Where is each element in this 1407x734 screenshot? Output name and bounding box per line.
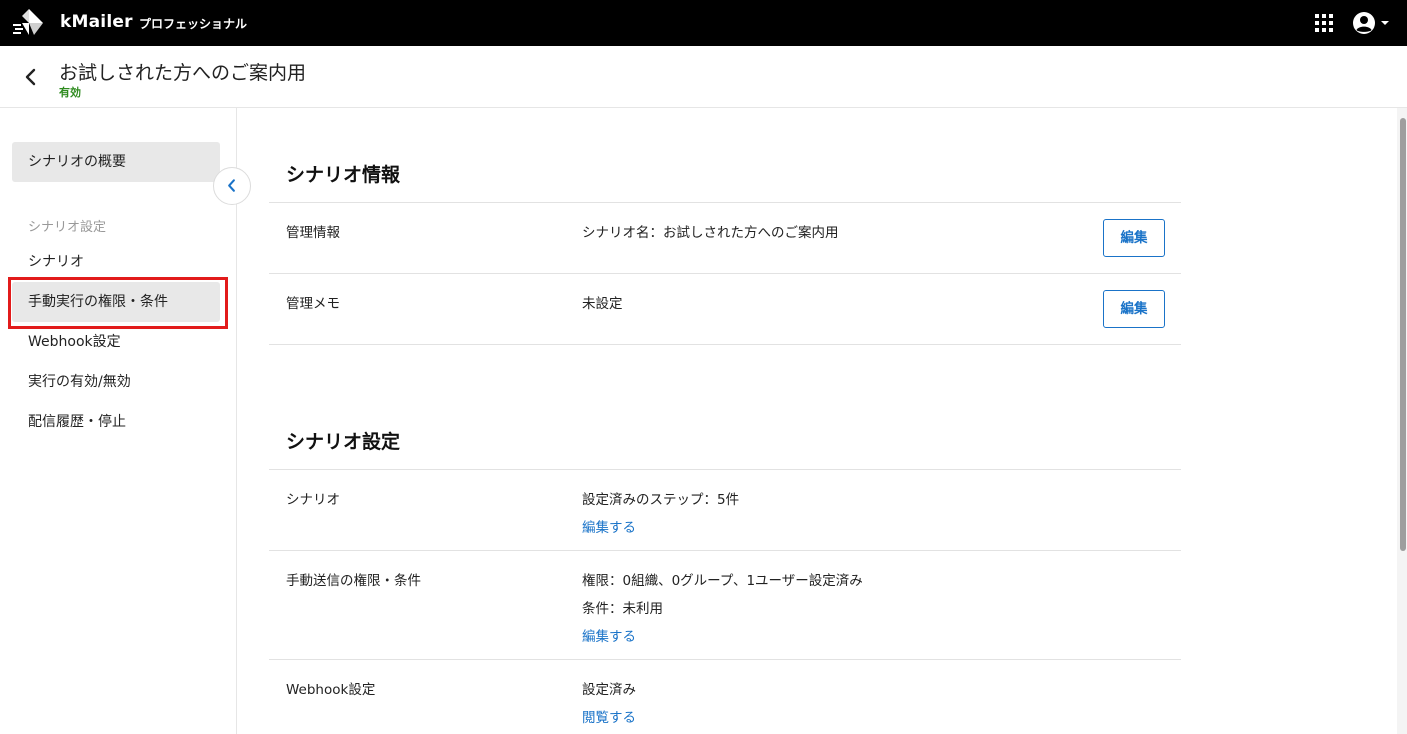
divider xyxy=(269,659,1181,660)
chevron-left-icon xyxy=(228,179,235,192)
highlight-box xyxy=(8,277,228,329)
page-title: お試しされた方へのご案内用 xyxy=(59,62,307,84)
page-header: お試しされた方へのご案内用 有効 xyxy=(0,46,1407,108)
row-label-scenario: シナリオ xyxy=(286,492,340,508)
divider xyxy=(269,202,1181,203)
sidebar-collapse-button[interactable] xyxy=(213,167,251,205)
sidebar-group-label: シナリオ設定 xyxy=(28,220,107,235)
divider xyxy=(269,344,1181,345)
row-label-manual-permissions: 手動送信の権限・条件 xyxy=(286,573,421,589)
plan-label: プロフェッショナル xyxy=(139,17,248,31)
row-label-management-memo: 管理メモ xyxy=(286,296,340,312)
apps-grid-icon[interactable] xyxy=(1315,14,1333,32)
caret-down-icon xyxy=(1381,21,1389,25)
row-value-management-info: シナリオ名：お試しされた方へのご案内用 xyxy=(582,225,839,241)
row-label-management-info: 管理情報 xyxy=(286,225,340,241)
row-value-permissions: 権限：0組織、0グループ、1ユーザー設定済み xyxy=(582,573,863,589)
edit-management-info-button[interactable]: 編集 xyxy=(1103,219,1165,257)
sidebar-item-overview[interactable]: シナリオの概要 xyxy=(12,142,220,182)
sidebar-item-delivery-history[interactable]: 配信履歴・停止 xyxy=(12,402,220,442)
sidebar-item-scenario[interactable]: シナリオ xyxy=(12,242,220,282)
chevron-left-icon xyxy=(25,68,36,86)
divider xyxy=(269,550,1181,551)
row-value-management-memo: 未設定 xyxy=(582,296,623,312)
section-title-info: シナリオ情報 xyxy=(286,164,401,186)
sidebar: シナリオの概要 シナリオ設定 シナリオ 手動実行の権限・条件 Webhook設定… xyxy=(0,108,237,734)
status-badge: 有効 xyxy=(59,86,81,99)
divider xyxy=(269,469,1181,470)
sidebar-item-enable-disable[interactable]: 実行の有効/無効 xyxy=(12,362,220,402)
back-button[interactable] xyxy=(20,66,42,88)
edit-manual-permissions-link[interactable]: 編集する xyxy=(582,625,636,645)
scrollbar-thumb[interactable] xyxy=(1400,118,1406,551)
view-webhook-link[interactable]: 閲覧する xyxy=(582,706,636,726)
section-title-settings: シナリオ設定 xyxy=(286,431,401,453)
row-value-conditions: 条件：未利用 xyxy=(582,601,663,617)
account-menu-button[interactable] xyxy=(1352,11,1392,35)
row-value-webhook: 設定済み xyxy=(582,682,636,698)
account-circle-icon xyxy=(1353,12,1375,34)
brand-name: kMailer xyxy=(60,12,133,32)
kmailer-logo-icon[interactable] xyxy=(12,8,46,38)
top-app-bar: kMailer プロフェッショナル xyxy=(0,0,1407,46)
divider xyxy=(269,273,1181,274)
row-label-webhook: Webhook設定 xyxy=(286,682,376,698)
edit-scenario-link[interactable]: 編集する xyxy=(582,516,636,536)
row-value-scenario-steps: 設定済みのステップ：5件 xyxy=(582,492,740,508)
edit-management-memo-button[interactable]: 編集 xyxy=(1103,290,1165,328)
